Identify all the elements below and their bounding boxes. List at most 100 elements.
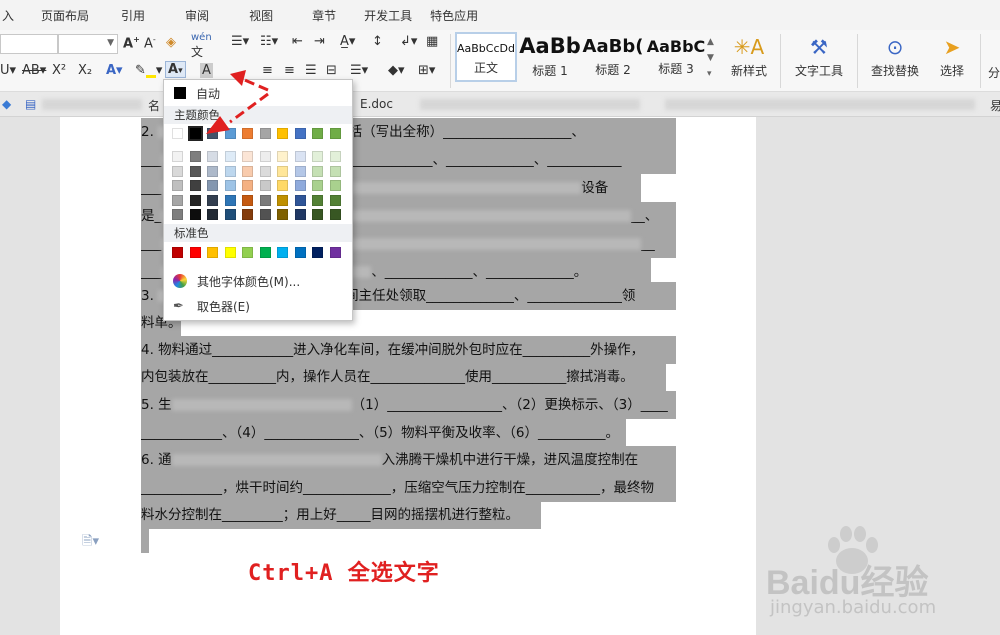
theme-shade-swatch[interactable] [172,180,183,191]
text-outline-icon[interactable]: A▾ [106,63,123,78]
clear-format-icon[interactable]: ◈ [166,35,176,50]
indent-icon[interactable]: ⇥ [314,34,325,49]
theme-shade-swatch[interactable] [259,180,271,191]
eyedropper-option[interactable]: ✒ 取色器(E) [164,295,352,317]
bullet-list-icon[interactable]: ☰▾ [231,34,249,49]
style-heading1[interactable]: AaBb 标题 1 [519,32,581,82]
theme-shade-swatch[interactable] [294,165,306,177]
theme-shade-swatch[interactable] [329,194,341,206]
menu-page-layout[interactable]: 页面布局 [28,7,102,24]
style-normal[interactable]: AaBbCcDd 正文 [455,32,517,82]
underline-icon[interactable]: U▾ [0,63,16,78]
theme-shade-swatch[interactable] [189,194,201,206]
theme-color-swatch[interactable] [312,128,323,139]
theme-shade-swatch[interactable] [207,151,218,162]
theme-color-swatch[interactable] [187,126,203,141]
line-spacing-icon[interactable]: ↲▾ [400,34,417,49]
theme-shade-swatch[interactable] [259,194,271,206]
theme-shade-swatch[interactable] [189,209,201,220]
theme-shade-swatch[interactable] [172,151,183,162]
theme-shade-swatch[interactable] [312,151,323,162]
standard-color-swatch[interactable] [277,247,288,258]
justify-icon[interactable]: ☰ [305,63,317,78]
theme-shade-swatch[interactable] [294,180,306,191]
theme-shade-swatch[interactable] [294,209,306,220]
distributed-icon[interactable]: ⊟ [326,63,337,78]
theme-shade-swatch[interactable] [259,165,271,177]
border-icon[interactable]: ⊞▾ [418,63,435,78]
standard-color-swatch[interactable] [242,247,253,258]
theme-shade-swatch[interactable] [329,180,341,191]
theme-shade-swatch[interactable] [207,165,218,177]
doc-line[interactable]: ____________、（4）______________、（5）物料平衡及收… [141,419,626,447]
theme-shade-swatch[interactable] [277,209,288,220]
shrink-font-icon[interactable]: A- [144,35,156,51]
theme-shade-swatch[interactable] [224,151,236,162]
theme-shade-swatch[interactable] [277,151,288,162]
split-label[interactable]: 分 [988,64,1000,81]
theme-shade-swatch[interactable] [277,180,288,191]
doc-tab-active[interactable]: E.doc [360,97,393,111]
menu-review[interactable]: 审阅 [164,7,230,24]
theme-shade-swatch[interactable] [172,165,183,177]
theme-shade-swatch[interactable] [242,209,253,220]
style-heading2[interactable]: AaBb( 标题 2 [582,32,644,82]
theme-shade-swatch[interactable] [242,165,253,177]
doc-line[interactable]: 6. 通入沸腾干燥机中进行干燥，进风温度控制在 [141,446,676,474]
standard-color-swatch[interactable] [189,247,201,258]
outdent-icon[interactable]: ⇤ [292,34,303,49]
font-color-icon[interactable]: A▾ [165,61,186,78]
shading-icon[interactable]: ◆▾ [388,63,405,78]
menu-view[interactable]: 视图 [230,7,292,24]
standard-color-swatch[interactable] [224,247,236,258]
theme-shade-swatch[interactable] [189,151,201,162]
align-right-icon[interactable]: ≡ [284,63,295,78]
theme-color-swatch[interactable] [294,128,306,139]
theme-shade-swatch[interactable] [242,194,253,206]
theme-shade-swatch[interactable] [224,180,236,191]
doc-line-cursor[interactable] [141,529,149,553]
theme-shade-swatch[interactable] [224,194,236,206]
theme-shade-swatch[interactable] [224,165,236,177]
style-heading3[interactable]: AaBbC 标题 3 [645,32,707,82]
find-replace-button[interactable]: ⊙ 查找替换 [866,32,924,79]
standard-color-swatch[interactable] [329,247,341,258]
line-spacing2-icon[interactable]: ☰▾ [350,63,368,78]
new-style-button[interactable]: ✳A 新样式 [723,32,775,79]
theme-shade-swatch[interactable] [172,194,183,206]
theme-shade-swatch[interactable] [277,165,288,177]
more-colors-option[interactable]: 其他字体颜色(M)... [164,270,352,292]
theme-shade-swatch[interactable] [294,194,306,206]
theme-shade-swatch[interactable] [207,180,218,191]
theme-shade-swatch[interactable] [329,151,341,162]
menu-section[interactable]: 章节 [292,7,356,24]
theme-color-swatch[interactable] [172,128,183,139]
theme-shade-swatch[interactable] [277,194,288,206]
standard-color-swatch[interactable] [172,247,183,258]
menu-special[interactable]: 特色应用 [420,7,488,24]
theme-shade-swatch[interactable] [294,151,306,162]
theme-shade-swatch[interactable] [259,151,271,162]
theme-shade-swatch[interactable] [242,151,253,162]
style-gallery-scroll[interactable]: ▲ ▼ ▾ [707,34,714,82]
theme-color-swatch[interactable] [277,128,288,139]
font-name-combo[interactable] [0,34,58,54]
font-size-combo[interactable]: ▼ [58,34,118,54]
theme-shade-swatch[interactable] [189,180,201,191]
doc-line[interactable]: 4. 物料通过____________进入净化车间，在缓冲间脱外包时应在____… [141,336,676,364]
theme-shade-swatch[interactable] [329,209,341,220]
standard-color-swatch[interactable] [312,247,323,258]
doc-tab-left[interactable]: 名 [148,97,160,114]
theme-shade-swatch[interactable] [224,209,236,220]
theme-color-swatch[interactable] [329,128,341,139]
menu-developer[interactable]: 开发工具 [356,7,420,24]
standard-color-swatch[interactable] [207,247,218,258]
number-list-icon[interactable]: ☷▾ [260,34,278,49]
paragraph-mark-icon[interactable]: 🗎▾ [82,532,99,554]
theme-shade-swatch[interactable] [207,194,218,206]
theme-shade-swatch[interactable] [207,209,218,220]
menu-references[interactable]: 引用 [102,7,164,24]
sort-icon[interactable]: ↕ [372,34,383,49]
theme-shade-swatch[interactable] [312,165,323,177]
theme-shade-swatch[interactable] [312,194,323,206]
